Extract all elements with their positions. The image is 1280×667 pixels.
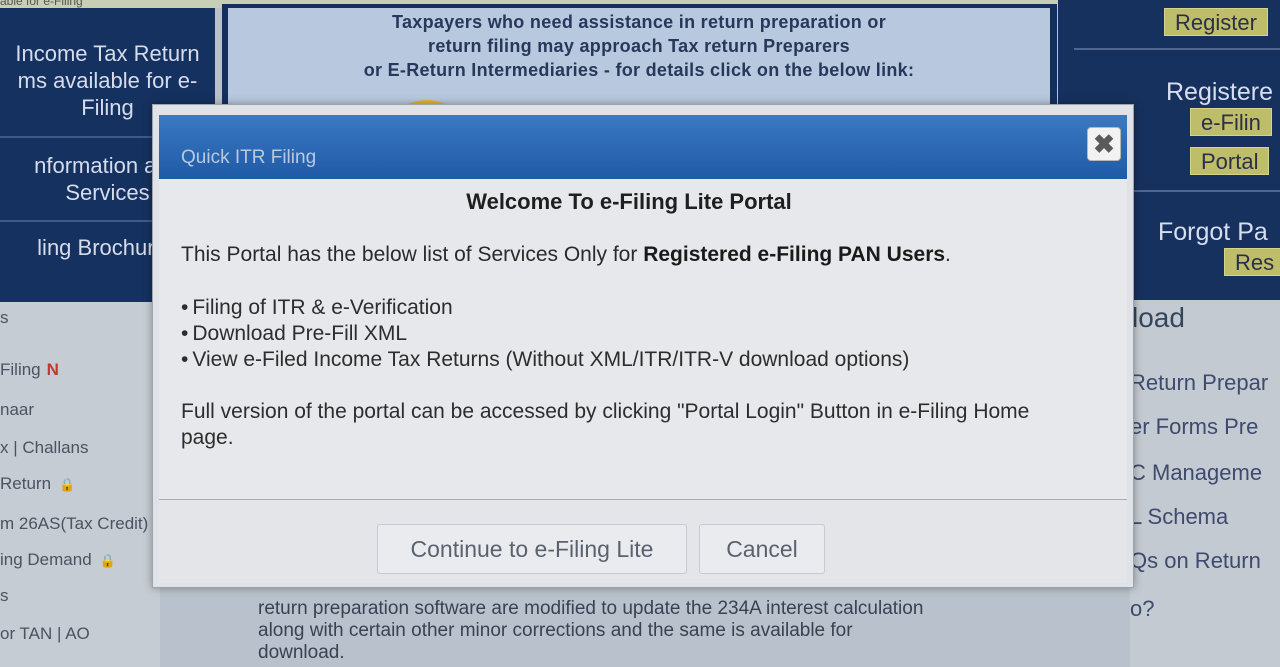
quick-link-demand[interactable]: ing Demand 🔒 — [0, 550, 116, 570]
dialog-footer: Continue to e-Filing Lite Cancel — [159, 499, 1127, 583]
efiling-login-button[interactable]: e-Filin — [1190, 108, 1272, 136]
quick-link[interactable]: s — [0, 308, 9, 328]
quick-link-challans[interactable]: x | Challans — [0, 438, 89, 458]
registered-user-label: Registere — [1166, 78, 1273, 106]
news-line: download. — [258, 642, 345, 663]
download-link[interactable]: o? — [1130, 596, 1154, 622]
news-text: return preparation software are modified… — [258, 598, 998, 664]
quick-link-aadhaar[interactable]: naar — [0, 400, 34, 420]
dialog-header: Quick ITR Filing ✖ — [159, 115, 1127, 179]
reset-password-button[interactable]: Res — [1224, 248, 1280, 276]
download-link[interactable]: C Manageme — [1130, 460, 1262, 486]
list-item: Download Pre-Fill XML — [181, 321, 909, 347]
list-item: View e-Filed Income Tax Returns (Without… — [181, 347, 909, 373]
intro-text: This Portal has the below list of Servic… — [181, 243, 951, 266]
downloads-title: load — [1132, 302, 1185, 333]
banner-line: Taxpayers who need assistance in return … — [391, 12, 887, 32]
banner-line: or E-Return Intermediaries - for details… — [363, 60, 915, 80]
list-item: Filing of ITR & e-Verification — [181, 295, 909, 321]
new-badge: N — [46, 360, 59, 379]
quick-link-return[interactable]: Return 🔒 — [0, 474, 75, 494]
news-line: return preparation software are modified… — [258, 598, 924, 619]
intro-emphasis: Registered e-Filing PAN Users — [643, 243, 946, 266]
dialog-body: Welcome To e-Filing Lite Portal This Por… — [159, 179, 1127, 499]
forgot-password-label: Forgot Pa — [1158, 218, 1268, 246]
banner-line: return filing may approach Tax return Pr… — [428, 36, 850, 56]
nav-item-label: ms available for e- — [17, 68, 198, 93]
downloads-panel: load Return Prepar er Forms Pre C Manage… — [1130, 300, 1280, 667]
dialog-title: Quick ITR Filing — [181, 147, 317, 168]
welcome-heading: Welcome To e-Filing Lite Portal — [466, 189, 792, 214]
full-version-note: Full version of the portal can be access… — [181, 400, 1030, 449]
lock-icon: 🔒 — [59, 477, 76, 492]
divider — [1074, 48, 1280, 50]
nav-item-label: Income Tax Return — [15, 41, 200, 66]
divider — [1134, 190, 1280, 192]
register-button[interactable]: Register — [1164, 8, 1268, 36]
lock-icon: 🔒 — [99, 553, 116, 568]
left-quick-links: s Filing N naar x | Challans Return 🔒 m 26… — [0, 302, 160, 667]
portal-login-button[interactable]: Portal — [1190, 147, 1270, 175]
cancel-button[interactable]: Cancel — [699, 524, 825, 574]
download-link[interactable]: L Schema — [1130, 504, 1228, 530]
download-link[interactable]: Qs on Return — [1130, 548, 1261, 574]
close-icon[interactable]: ✖ — [1087, 127, 1121, 161]
download-link[interactable]: er Forms Pre — [1130, 414, 1258, 440]
quick-link-tan-ao[interactable]: or TAN | AO — [0, 624, 90, 644]
news-line: along with certain other minor correctio… — [258, 620, 853, 641]
top-strip-text: able for e-Filing — [0, 0, 83, 8]
quick-link[interactable]: s — [0, 586, 9, 606]
quick-itr-filing-dialog: Quick ITR Filing ✖ Welcome To e-Filing L… — [152, 104, 1134, 588]
continue-efiling-lite-button[interactable]: Continue to e-Filing Lite — [377, 524, 687, 574]
download-link[interactable]: Return Prepar — [1130, 370, 1268, 396]
quick-link-efiling[interactable]: Filing N — [0, 360, 59, 380]
services-list: Filing of ITR & e-Verification Download … — [181, 295, 909, 373]
quick-link-26as[interactable]: m 26AS(Tax Credit) — [0, 514, 148, 534]
